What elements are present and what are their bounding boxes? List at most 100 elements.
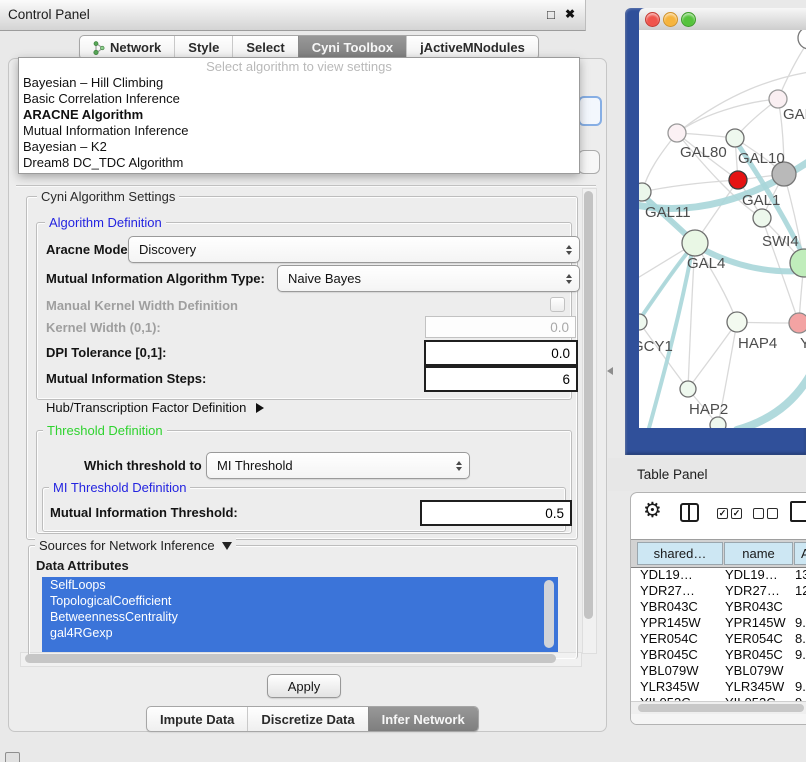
tab-label: Select xyxy=(246,40,284,55)
mi-steps-value: 6 xyxy=(562,372,570,387)
network-edge[interactable] xyxy=(642,133,677,192)
close-traffic-light-icon[interactable] xyxy=(645,12,660,27)
algorithm-option[interactable]: Bayesian – K2 xyxy=(19,139,579,155)
table-row[interactable]: YLR345WYLR345W9. xyxy=(631,679,806,695)
mi-threshold-field[interactable]: 0.5 xyxy=(420,500,572,526)
algorithm-option[interactable]: Basic Correlation Inference xyxy=(19,91,579,107)
manual-kernel-width-checkbox[interactable] xyxy=(550,297,565,312)
attribute-item[interactable]: gal4RGexp xyxy=(42,625,558,641)
minimized-panel-icon[interactable] xyxy=(5,752,20,762)
table-panel-title: Table Panel xyxy=(637,467,708,482)
manual-kernel-width-label: Manual Kernel Width Definition xyxy=(46,298,238,313)
new-column-icon[interactable] xyxy=(790,501,806,522)
algorithm-option[interactable]: ARACNE Algorithm xyxy=(19,107,579,123)
table-row[interactable]: YBR045CYBR045C9. xyxy=(631,647,806,663)
table-cell: 9. xyxy=(795,647,806,662)
table-row[interactable]: YDR27…YDR27…12 xyxy=(631,583,806,599)
hub-transcription-factor-section[interactable]: Hub/Transcription Factor Definition xyxy=(46,400,264,415)
network-node-gal11[interactable] xyxy=(639,183,651,201)
tab-cyni-toolbox[interactable]: Cyni Toolbox xyxy=(298,36,406,59)
expand-arrow-icon[interactable] xyxy=(256,403,264,413)
network-node-gal10[interactable] xyxy=(726,129,744,147)
sources-title-row[interactable]: Sources for Network Inference xyxy=(35,538,236,553)
apply-button-label: Apply xyxy=(288,679,321,694)
column-header-shared-name[interactable]: shared… xyxy=(637,542,723,565)
table-row[interactable]: YBR043CYBR043C xyxy=(631,599,806,615)
split-columns-icon[interactable] xyxy=(680,503,699,522)
data-attributes-list[interactable]: SelfLoopsTopologicalCoefficientBetweenne… xyxy=(42,577,558,652)
network-node-gal4[interactable] xyxy=(682,230,708,256)
float-panel-icon[interactable]: □ xyxy=(547,7,555,22)
tab-discretize-data[interactable]: Discretize Data xyxy=(247,707,367,731)
table-row[interactable]: YBL079WYBL079W xyxy=(631,663,806,679)
settings-horizontal-scrollbar-thumb[interactable] xyxy=(25,654,556,663)
table-horizontal-scrollbar-thumb[interactable] xyxy=(638,704,804,712)
network-edge[interactable] xyxy=(677,99,778,133)
which-threshold-combobox[interactable]: MI Threshold xyxy=(206,452,470,479)
tab-jactivemnodules[interactable]: jActiveMNodules xyxy=(406,36,538,59)
network-node-gal80[interactable] xyxy=(668,124,686,142)
tab-label: Impute Data xyxy=(160,712,234,727)
deselect-all-checkboxes-icon[interactable] xyxy=(753,508,779,520)
network-node-partial-top[interactable] xyxy=(798,30,806,49)
algorithm-option[interactable]: Mutual Information Inference xyxy=(19,123,579,139)
close-panel-icon[interactable]: ✖ xyxy=(565,7,575,21)
network-canvas[interactable]: GALGAL80GAL10GAL1GAL11SWI4GAL4GCY1HAP4YH… xyxy=(639,30,806,428)
node-table-panel: ⚙ ✓✓ shared… name A YDL19…YDL19…13YDR27…… xyxy=(630,492,806,725)
table-row[interactable]: YER054CYER054C8. xyxy=(631,631,806,647)
tab-style[interactable]: Style xyxy=(174,36,232,59)
algorithm-option[interactable]: Dream8 DC_TDC Algorithm xyxy=(19,155,579,171)
table-row[interactable]: YPR145WYPR145W9. xyxy=(631,615,806,631)
attribute-item[interactable]: BetweennessCentrality xyxy=(42,609,558,625)
aracne-mode-combobox[interactable]: Discovery xyxy=(128,236,580,263)
dpi-tolerance-field[interactable]: 0.0 xyxy=(424,340,578,366)
hidden-combobox-fragment xyxy=(578,96,602,126)
apply-button[interactable]: Apply xyxy=(267,674,341,698)
attribute-item[interactable]: TopologicalCoefficient xyxy=(42,593,558,609)
table-cell: 9. xyxy=(795,615,806,630)
settings-vertical-scrollbar-thumb[interactable] xyxy=(584,191,593,619)
table-cell: YER054C xyxy=(725,631,783,646)
tab-select[interactable]: Select xyxy=(232,36,297,59)
panel-divider-collapse-icon[interactable] xyxy=(603,367,613,375)
network-edge[interactable] xyxy=(688,322,737,389)
mi-algorithm-type-combobox[interactable]: Naive Bayes xyxy=(277,265,580,292)
gear-icon[interactable]: ⚙ xyxy=(643,500,662,522)
tab-infer-network[interactable]: Infer Network xyxy=(368,707,478,731)
collapse-arrow-icon[interactable] xyxy=(222,542,232,550)
network-node-gcy1[interactable] xyxy=(639,314,647,330)
network-node-swi4[interactable] xyxy=(753,209,771,227)
network-node-hap2[interactable] xyxy=(680,381,696,397)
algorithm-dropdown-list: Bayesian – Hill ClimbingBasic Correlatio… xyxy=(19,75,579,171)
network-graph[interactable]: GALGAL80GAL10GAL1GAL11SWI4GAL4GCY1HAP4YH… xyxy=(639,30,806,428)
network-node-gal1-red[interactable] xyxy=(729,171,747,189)
column-header-name[interactable]: name xyxy=(724,542,793,565)
network-node-label: Y xyxy=(800,335,806,352)
network-node-salmon-node[interactable] xyxy=(789,313,806,333)
table-cell: YLR345W xyxy=(725,679,784,694)
table-horizontal-scrollbar[interactable] xyxy=(631,701,806,715)
algorithm-option[interactable]: Bayesian – Hill Climbing xyxy=(19,75,579,91)
select-all-checkboxes-icon[interactable]: ✓✓ xyxy=(717,508,743,520)
mi-steps-field[interactable]: 6 xyxy=(424,366,578,392)
table-cell: YDR27… xyxy=(725,583,780,598)
tab-network[interactable]: Network xyxy=(80,36,174,59)
hub-transcription-factor-label: Hub/Transcription Factor Definition xyxy=(46,400,246,415)
table-cell: YDR27… xyxy=(640,583,695,598)
table-cell: YBL079W xyxy=(640,663,699,678)
algorithm-definition-title: Algorithm Definition xyxy=(45,215,166,230)
network-node-hap4[interactable] xyxy=(727,312,747,332)
attributes-list-scrollbar-thumb[interactable] xyxy=(544,580,554,648)
table-cell: 13 xyxy=(795,567,806,582)
tab-impute-data[interactable]: Impute Data xyxy=(147,707,247,731)
network-node-bottom-node[interactable] xyxy=(710,417,726,428)
table-cell: YBR045C xyxy=(640,647,698,662)
table-row[interactable]: YDL19…YDL19…13 xyxy=(631,567,806,583)
column-header-clipped[interactable]: A xyxy=(794,542,806,565)
attribute-item[interactable]: SelfLoops xyxy=(42,577,558,593)
zoom-traffic-light-icon[interactable] xyxy=(681,12,696,27)
table-rows[interactable]: YDL19…YDL19…13YDR27…YDR27…12YBR043CYBR04… xyxy=(631,567,806,701)
network-edge-highlighted[interactable] xyxy=(737,366,806,428)
network-window-titlebar[interactable] xyxy=(639,8,806,31)
minimize-traffic-light-icon[interactable] xyxy=(663,12,678,27)
